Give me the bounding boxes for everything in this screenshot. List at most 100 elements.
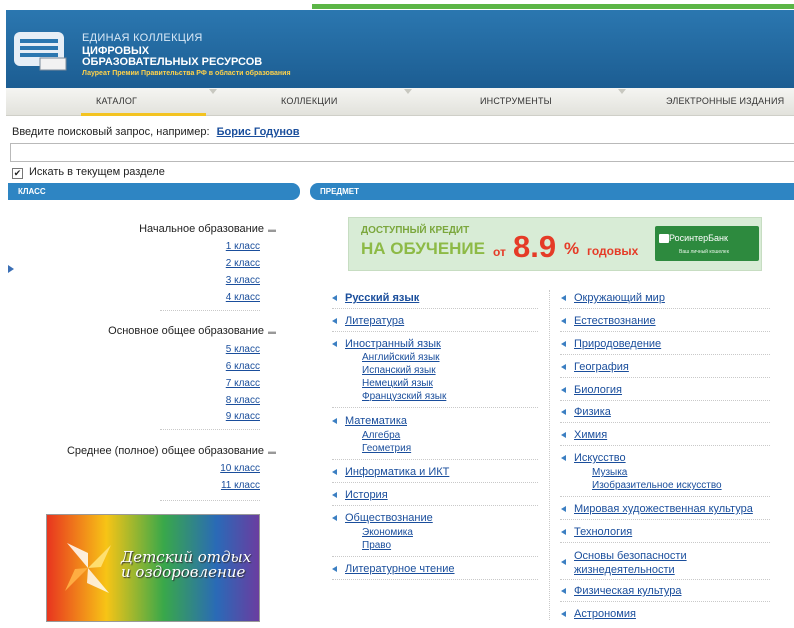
subject-label: Химия [574,429,608,441]
logo-icon[interactable] [10,24,76,74]
subject-link[interactable]: Математика [332,415,407,427]
subsubject-link[interactable]: Право [362,540,391,551]
subsubject-link[interactable]: Немецкий язык [362,378,433,389]
column-divider [549,290,550,620]
nav-collections[interactable]: КОЛЛЕКЦИИ [281,96,338,106]
divider [560,422,770,423]
subject-link[interactable]: Литература [332,315,404,327]
subject-link[interactable]: Технология [561,526,632,538]
subject-label: Литературное чтение [345,563,455,575]
bullet-arrow-icon [561,318,566,324]
ad-line-2: НА ОБУЧЕНИЕ [361,239,485,258]
ad-bank-badge: РосинтерБанк Ваш личный кошелек [655,226,759,261]
subject-link[interactable]: История [332,489,388,501]
search-example-link[interactable]: Борис Годунов [217,126,300,138]
bullet-arrow-icon [561,611,566,617]
subject-label: Математика [345,415,407,427]
section-title-primary: Начальное образование ▬ [0,223,276,235]
subject-link[interactable]: Мировая художественная культура [561,503,753,515]
divider [332,505,538,506]
main-nav: КАТАЛОГ КОЛЛЕКЦИИ ИНСТРУМЕНТЫ ЭЛЕКТРОННЫ… [6,88,794,116]
bullet-arrow-icon [561,559,566,565]
subject-link[interactable]: Информатика и ИКТ [332,466,450,478]
divider [560,579,770,580]
green-accent-line [312,4,794,9]
subject-link[interactable]: Естествознание [561,315,656,327]
divider [560,308,770,309]
class-link[interactable]: 3 класс [212,275,260,286]
subject-link[interactable]: Физическая культура [561,585,682,597]
class-link[interactable]: 2 класс [212,258,260,269]
bullet-arrow-icon [561,364,566,370]
subject-link[interactable]: Русский язык [332,292,419,304]
subsubject-link[interactable]: Испанский язык [362,365,436,376]
subject-link[interactable]: Астрономия [561,608,636,620]
bullet-arrow-icon [332,341,337,347]
promo-banner-kids-rest[interactable]: Детский отдых и оздоровление [46,514,260,622]
divider [160,500,260,501]
subject-label: Обществознание [345,512,433,524]
subject-label: Информатика и ИКТ [345,466,450,478]
subject-label: История [345,489,388,501]
divider [560,542,770,543]
subject-link[interactable]: Литературное чтение [332,563,455,575]
site-header: ЕДИНАЯ КОЛЛЕКЦИЯ ЦИФРОВЫХ ОБРАЗОВАТЕЛЬНЫХ… [6,10,794,88]
nav-tools[interactable]: ИНСТРУМЕНТЫ [480,96,552,106]
subject-label: Природоведение [574,338,662,350]
subject-link[interactable]: Биология [561,384,622,396]
section-title-primary-text: Начальное образование [139,223,264,235]
bullet-arrow-icon [561,387,566,393]
search-scope-checkbox[interactable]: ✔ [12,168,23,179]
collapse-icon[interactable]: ▬ [268,447,276,456]
ad-banner-credit[interactable]: ДОСТУПНЫЙ КРЕДИТ НА ОБУЧЕНИЕ от 8.9 % го… [348,217,762,271]
divider [160,310,260,311]
ad-suffix: годовых [587,244,639,258]
divider [332,579,538,580]
subsubject-link[interactable]: Изобразительное искусство [592,480,722,491]
divider [560,331,770,332]
class-link[interactable]: 10 класс [212,463,260,474]
search-hint-text: Введите поисковый запрос, например: [12,126,210,138]
ad-percent: % [564,239,580,258]
subject-link[interactable]: Физика [561,406,611,418]
subject-link[interactable]: Иностранный язык [332,338,441,350]
class-link[interactable]: 1 класс [212,241,260,252]
bullet-arrow-icon [332,566,337,572]
subject-link[interactable]: Химия [561,429,608,441]
nav-separator-icon [618,89,626,94]
subsubject-link[interactable]: Экономика [362,527,413,538]
subsubject-link[interactable]: Английский язык [362,352,440,363]
subject-label: Основы безопасности жизнедеятельности [574,550,687,576]
class-link[interactable]: 6 класс [212,361,260,372]
collapse-icon[interactable]: ▬ [268,225,276,234]
subject-link[interactable]: Природоведение [561,338,662,350]
class-link[interactable]: 11 класс [212,480,260,491]
subject-link[interactable]: Искусство [561,452,626,464]
subject-link[interactable]: Окружающий мир [561,292,665,304]
subject-label: Астрономия [574,608,636,620]
subsubject-link[interactable]: Алгебра [362,430,400,441]
nav-catalog[interactable]: КАТАЛОГ [96,96,137,106]
search-input[interactable] [10,143,794,162]
subsubject-link[interactable]: Французский язык [362,391,446,402]
search-hint: Введите поисковый запрос, например: Бори… [12,126,300,138]
divider [560,354,770,355]
subject-link[interactable]: География [561,361,629,373]
collapse-icon[interactable]: ▬ [268,327,276,336]
bullet-arrow-icon [561,432,566,438]
class-link[interactable]: 7 класс [212,378,260,389]
class-link[interactable]: 4 класс [212,292,260,303]
class-link[interactable]: 5 класс [212,344,260,355]
subject-label: География [574,361,629,373]
class-link[interactable]: 9 класс [212,411,260,422]
subject-link[interactable]: Обществознание [332,512,433,524]
subject-link[interactable]: Основы безопасности жизнедеятельности [561,549,724,577]
class-link[interactable]: 8 класс [212,395,260,406]
subject-label: Физика [574,406,611,418]
subject-label: Естествознание [574,315,656,327]
subsubject-link[interactable]: Геометрия [362,443,411,454]
bullet-arrow-icon [332,318,337,324]
nav-e-publications[interactable]: ЭЛЕКТРОННЫЕ ИЗДАНИЯ [666,96,784,106]
section-title-basic-text: Основное общее образование [108,325,264,337]
subsubject-link[interactable]: Музыка [592,467,627,478]
